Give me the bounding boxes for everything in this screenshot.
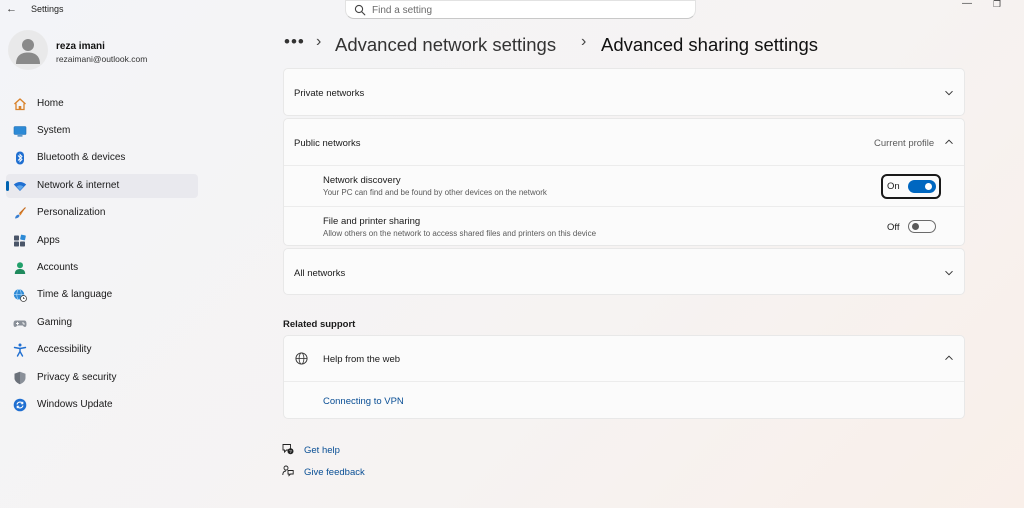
sidebar-item-label: Windows Update [37, 399, 113, 410]
setting-description: Your PC can find and be found by other d… [323, 188, 547, 197]
sidebar-item-label: Gaming [37, 317, 73, 328]
app-title: Settings [31, 4, 64, 14]
sidebar-item-label: Home [37, 98, 64, 109]
sidebar-item-time-language[interactable]: Time & language [6, 283, 198, 307]
public-networks-section: Public networks Current profile Network … [283, 118, 965, 246]
sidebar-item-label: Time & language [37, 289, 113, 300]
update-icon [13, 398, 27, 412]
get-help-icon: ? [282, 444, 294, 455]
divider [284, 381, 964, 382]
section-title: Public networks [294, 138, 361, 149]
chevron-up-icon[interactable] [944, 353, 954, 363]
user-email: rezaimani@outlook.com [56, 54, 148, 64]
network-discovery-toggle[interactable] [908, 180, 936, 193]
system-icon [13, 126, 27, 137]
help-title: Help from the web [323, 354, 401, 365]
sidebar-item-accounts[interactable]: Accounts [6, 256, 198, 280]
sidebar-item-privacy-security[interactable]: Privacy & security [6, 366, 198, 390]
sidebar-item-system[interactable]: System [6, 119, 198, 143]
wifi-icon [13, 182, 27, 191]
sidebar-item-apps[interactable]: Apps [6, 229, 198, 253]
user-silhouette-icon [16, 39, 40, 64]
sidebar-item-label: Privacy & security [37, 372, 117, 383]
home-icon [14, 98, 26, 111]
search-input[interactable] [372, 4, 672, 17]
get-help-link[interactable]: Get help [304, 445, 340, 456]
restore-icon[interactable]: ❐ [993, 0, 1007, 10]
divider [284, 165, 964, 166]
accessibility-icon [13, 343, 27, 357]
sidebar-item-personalization[interactable]: Personalization [6, 201, 198, 225]
sidebar-item-home[interactable]: Home [6, 92, 198, 116]
breadcrumb-more-button[interactable]: ••• [284, 32, 305, 52]
apps-icon [14, 234, 26, 247]
setting-description: Allow others on the network to access sh… [323, 229, 597, 238]
section-title: All networks [294, 268, 346, 279]
sidebar-item-windows-update[interactable]: Windows Update [6, 393, 198, 417]
breadcrumb-separator: › [581, 33, 587, 50]
sidebar-item-accessibility[interactable]: Accessibility [6, 338, 198, 362]
setting-title: Network discovery [323, 175, 401, 186]
chevron-up-icon[interactable] [944, 137, 954, 147]
bluetooth-icon [16, 151, 24, 165]
globe-clock-icon [13, 289, 27, 302]
toggle-state-label: Off [887, 222, 900, 233]
sidebar-item-label: Apps [37, 235, 60, 246]
shield-icon [14, 371, 26, 385]
setting-title: File and printer sharing [323, 216, 421, 227]
give-feedback-link[interactable]: Give feedback [304, 467, 365, 478]
avatar[interactable] [8, 30, 48, 70]
connecting-to-vpn-link[interactable]: Connecting to VPN [323, 396, 404, 407]
sidebar-item-label: System [37, 125, 71, 136]
minimize-icon[interactable]: — [962, 0, 976, 10]
sidebar-item-label: Bluetooth & devices [37, 152, 126, 163]
back-arrow-icon[interactable]: ← [6, 3, 20, 15]
sidebar-item-gaming[interactable]: Gaming [6, 311, 198, 335]
sidebar-item-label: Accounts [37, 262, 79, 273]
related-support-heading: Related support [283, 319, 356, 330]
help-from-web-section: Help from the web Connecting to VPN [283, 335, 965, 419]
page-title: Advanced sharing settings [601, 34, 818, 55]
breadcrumb-separator: › [316, 33, 322, 50]
sidebar-item-label: Personalization [37, 207, 106, 218]
all-networks-section[interactable]: All networks [283, 248, 965, 295]
sidebar-item-bluetooth[interactable]: Bluetooth & devices [6, 146, 198, 170]
search-box[interactable] [345, 0, 696, 19]
chevron-down-icon[interactable] [944, 268, 954, 278]
breadcrumb-parent-link[interactable]: Advanced network settings [335, 34, 556, 56]
section-title: Private networks [294, 88, 365, 99]
divider [284, 206, 964, 207]
toggle-knob [912, 223, 919, 230]
sidebar-item-label: Accessibility [37, 344, 92, 355]
accounts-icon [14, 262, 26, 274]
private-networks-section[interactable]: Private networks [283, 68, 965, 116]
sidebar-item-label: Network & internet [37, 180, 120, 191]
active-indicator [6, 181, 9, 191]
globe-icon [295, 352, 308, 365]
toggle-knob [925, 183, 932, 190]
search-icon [354, 4, 366, 16]
gamepad-icon [13, 320, 27, 327]
toggle-state-label: On [887, 181, 900, 192]
sidebar-item-network[interactable]: Network & internet [6, 174, 198, 198]
current-profile-badge: Current profile [874, 138, 935, 149]
file-printer-sharing-toggle[interactable] [908, 220, 936, 233]
chevron-down-icon[interactable] [944, 88, 954, 98]
brush-icon [15, 207, 26, 219]
feedback-icon [282, 465, 294, 477]
user-name: reza imani [56, 41, 105, 52]
